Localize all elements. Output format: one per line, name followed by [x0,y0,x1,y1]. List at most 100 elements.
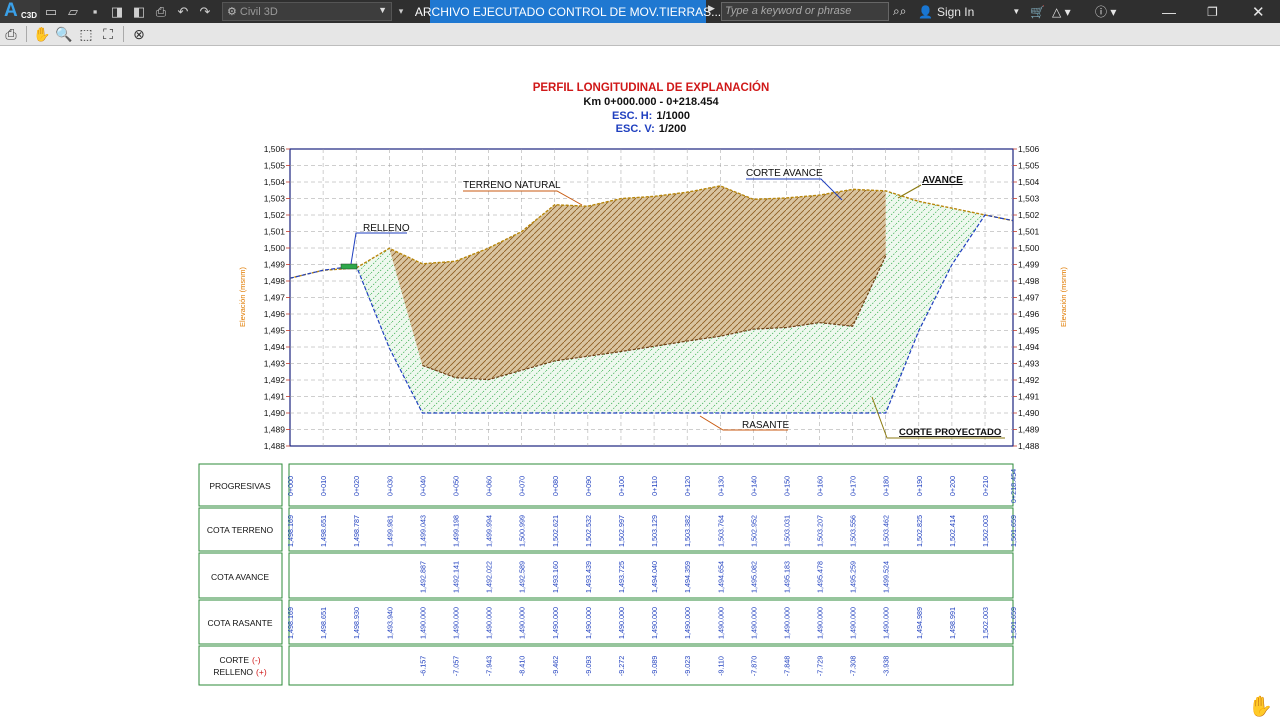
table-cell-progresivas: 0+030 [385,476,394,496]
save-icon[interactable]: ▪ [86,4,104,20]
cart-icon[interactable]: 🛒 [1030,0,1045,23]
hdr-relleno: RELLENO (+) [213,667,266,677]
user-icon: 👤 [918,4,933,19]
sign-in-button[interactable]: 👤 Sign In ▼ [918,0,1020,23]
leader-terreno [463,190,583,206]
table-cell-cota-terreno: 1,502.825 [915,515,924,547]
binoculars-icon[interactable]: ⌕⌕ [893,0,906,23]
tick-label-left: 1,495 [264,326,286,336]
search-input[interactable]: Type a keyword or phrase [721,2,889,21]
new-file-icon[interactable]: ▭ [42,4,60,20]
table-cell-cota-avance: 1,492.887 [418,561,427,593]
save-to-web-icon[interactable]: ◧ [130,4,148,20]
table-cell-cota-rasante: 1,502.003 [981,607,990,639]
leader-avance [897,184,922,199]
print-icon[interactable]: ⎙ [0,24,22,44]
close-icon[interactable]: ✕ [1252,0,1265,23]
table-header-cell [198,645,283,686]
table-cell-cota-terreno: 1,500.999 [518,515,527,547]
table-cell-progresivas: 0+090 [584,476,593,496]
table-cell-cota-rasante: 1,490.000 [683,607,692,639]
table-cell-cota-avance: 1,492.022 [485,561,494,593]
pan-hand-icon[interactable]: ✋ [31,24,53,44]
table-cell-cota-rasante: 1,490.000 [650,607,659,639]
drawing-canvas[interactable]: PERFIL LONGITUDINAL DE EXPLANACIÓN Km 0+… [0,46,1280,720]
open-folder-icon[interactable]: ▱ [64,4,82,20]
zoom-window-icon[interactable]: ⬚ [75,24,97,44]
axis-label-right: Elevación (msnm) [1059,266,1068,327]
restore-icon[interactable]: ❐ [1207,0,1218,23]
close-viewer-icon[interactable]: ⊗ [128,24,150,44]
hdr-progresivas: PROGRESIVAS [209,481,271,491]
esc-v-value: 1/200 [659,123,687,135]
table-cell-progresivas: 0+000 [286,476,295,496]
table-cell-cota-rasante: 1,490.000 [551,607,560,639]
table-cell-cota-avance: 1,493.725 [617,561,626,593]
table-cell-cota-terreno: 1,498.787 [352,515,361,547]
label-corte-avance: CORTE AVANCE [746,168,823,179]
table-cell-cota-rasante: 1,498.930 [352,607,361,639]
table-cell-cota-terreno: 1,499.043 [418,515,427,547]
document-title: ARCHIVO EJECUTADO CONTROL DE MOV.TIERRAS… [415,0,721,23]
tick-label-right: 1,492 [1018,375,1040,385]
tick-label-left: 1,489 [264,425,286,435]
table-cell-progresivas: 0+010 [319,476,328,496]
tick-label-right: 1,502 [1018,210,1040,220]
minimize-icon[interactable]: — [1162,0,1176,23]
table-cell-cota-terreno: 1,498.169 [286,515,295,547]
autodesk-a360-icon[interactable]: △ ▾ [1052,0,1071,23]
table-cell-cota-terreno: 1,503.556 [849,515,858,547]
table-cell-cota-terreno: 1,499.994 [485,515,494,547]
tick-label-left: 1,497 [264,293,286,303]
application-menu-button[interactable]: A C3D [0,0,40,23]
table-cell-corte-relleno: -7.308 [849,656,858,676]
table-cell-cota-avance: 1,493.439 [584,561,593,593]
table-cell-progresivas: 0+110 [650,476,659,496]
redo-icon[interactable]: ↷ [196,4,214,20]
esc-h-label: ESC. H: [612,110,652,122]
tick-label-left: 1,493 [264,359,286,369]
table-cell-progresivas: 0+100 [617,476,626,496]
expand-arrow-icon[interactable]: ▶ [708,3,720,20]
tick-label-right: 1,503 [1018,194,1040,204]
tick-label-left: 1,492 [264,375,286,385]
table-cell-cota-avance: 1,495.183 [782,561,791,593]
zoom-icon[interactable]: 🔍 [53,24,75,44]
tick-label-right: 1,491 [1018,392,1040,402]
tick-label-right: 1,501 [1018,227,1040,237]
tick-label-right: 1,488 [1018,441,1040,451]
chevron-down-icon: ▼ [1012,7,1021,16]
help-icon[interactable]: ⓘ ▾ [1095,0,1116,23]
table-cell-cota-terreno: 1,502.952 [749,515,758,547]
table-cell-cota-avance: 1,495.082 [749,561,758,593]
tick-label-left: 1,503 [264,194,286,204]
table-cell-corte-relleno: -9.462 [551,656,560,676]
zoom-extents-icon[interactable]: ⛶ [97,24,119,44]
table-cell-progresivas: 0+130 [716,476,725,496]
table-cell-cota-terreno: 1,499.981 [385,515,394,547]
undo-icon[interactable]: ↶ [174,4,192,20]
tick-label-left: 1,500 [264,243,286,253]
table-cell-cota-terreno: 1,503.764 [716,515,725,547]
esc-v: ESC. V: 1/200 [616,123,687,135]
table-cell-cota-rasante: 1,490.000 [749,607,758,639]
tick-label-left: 1,494 [264,342,286,352]
table-cell-cota-rasante: 1,498.169 [286,607,295,639]
table-cell-cota-rasante: 1,501.659 [1009,607,1018,639]
save-as-icon[interactable]: ◨ [108,4,126,20]
plot-icon[interactable]: ⎙ [152,4,170,20]
table-cell-progresivas: 0+060 [485,476,494,496]
table-cell-cota-rasante: 1,490.000 [485,607,494,639]
table-cell-cota-rasante: 1,490.000 [716,607,725,639]
tick-label-right: 1,493 [1018,359,1040,369]
table-cell-corte-relleno: -9.093 [584,656,593,676]
hdr-cota-avance: COTA AVANCE [211,572,269,582]
table-cell-cota-terreno: 1,499.198 [451,515,460,547]
tick-label-right: 1,496 [1018,309,1040,319]
table-cell-progresivas: 0+040 [418,476,427,496]
workspace-dropdown[interactable]: ⚙ Civil 3D ▼ [222,2,392,21]
customize-quick-access-icon[interactable]: ▾ [394,2,408,21]
drawing-title: PERFIL LONGITUDINAL DE EXPLANACIÓN [533,81,770,94]
table-cell-cota-terreno: 1,498.651 [319,515,328,547]
table-cell-corte-relleno: -9.089 [650,656,659,676]
